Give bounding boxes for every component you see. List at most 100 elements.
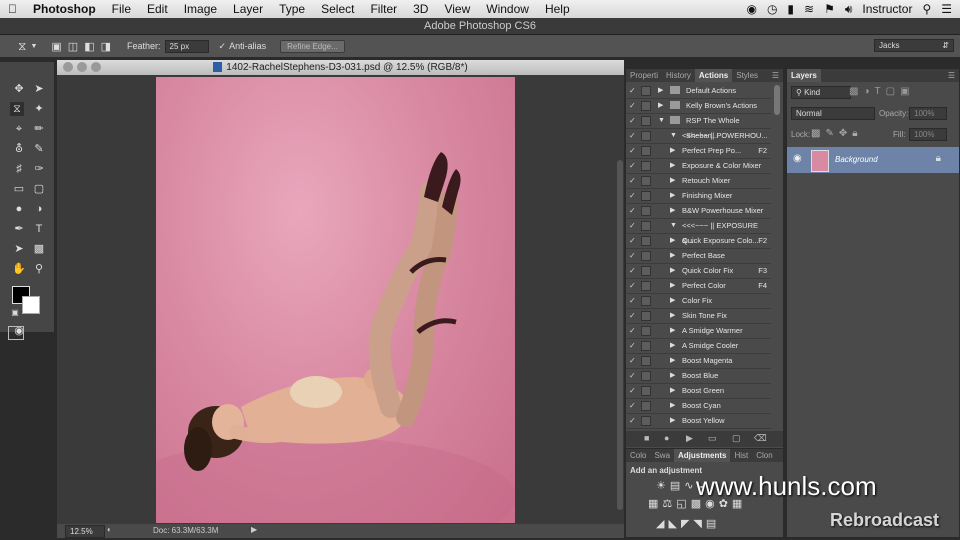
disclosure-open-icon[interactable]: ▼ (670, 128, 677, 143)
action-toggle-check-icon[interactable]: ✓ (629, 98, 636, 113)
action-row[interactable]: ✓ ▶ Color Fix (626, 293, 771, 309)
action-row[interactable]: ✓ ▶ Perfect Prep Po... F2 (626, 143, 771, 159)
hand-tool-icon[interactable]: ✋ (12, 262, 26, 276)
action-dialog-toggle[interactable] (641, 161, 651, 171)
record-icon[interactable]: ● (664, 433, 669, 443)
action-row[interactable]: ✓ ▼ <<<~~~ || EXPOSURE &... (626, 218, 771, 245)
dodge-tool-icon[interactable]: ◑ (32, 202, 46, 216)
action-dialog-toggle[interactable] (641, 146, 651, 156)
disclosure-closed-icon[interactable]: ▶ (670, 293, 675, 308)
action-toggle-check-icon[interactable]: ✓ (629, 413, 636, 428)
intersect-selection-icon[interactable]: ◨ (101, 40, 111, 53)
action-dialog-toggle[interactable] (641, 236, 651, 246)
path-selection-icon[interactable]: ➤ (12, 242, 26, 256)
minimize-window-icon[interactable] (77, 62, 87, 72)
lock-pixels-icon[interactable]: ✎ (825, 128, 838, 139)
clone-stamp-icon[interactable]: ♯ (12, 162, 26, 176)
action-toggle-check-icon[interactable]: ✓ (629, 308, 636, 323)
action-toggle-check-icon[interactable]: ✓ (629, 233, 636, 248)
close-window-icon[interactable] (63, 62, 73, 72)
tab-properties[interactable]: Properti (626, 69, 662, 82)
clock-icon[interactable]: ◷ (767, 2, 777, 16)
brush-tool-icon[interactable]: ✎ (32, 142, 46, 156)
action-row[interactable]: ✓ ▶ Exposure & Color Mixer (626, 158, 771, 174)
action-row[interactable]: ✓ ▶ Boost Cyan (626, 398, 771, 414)
action-toggle-check-icon[interactable]: ✓ (629, 113, 636, 128)
action-dialog-toggle[interactable] (641, 116, 651, 126)
layer-row-background[interactable]: ◉ Background 🔒︎ (787, 147, 959, 173)
menu-layer[interactable]: Layer (225, 2, 271, 16)
disclosure-closed-icon[interactable]: ▶ (670, 263, 675, 278)
eraser-tool-icon[interactable]: ▭ (12, 182, 26, 196)
filter-shape-icon[interactable]: ▢ (886, 86, 900, 97)
history-brush-icon[interactable]: ✑ (32, 162, 46, 176)
disclosure-closed-icon[interactable]: ▶ (670, 353, 675, 368)
action-dialog-toggle[interactable] (641, 341, 651, 351)
antialias-checkbox[interactable]: ✓ (219, 41, 227, 52)
status-menu-arrow-icon[interactable]: ▶ (251, 525, 257, 534)
disclosure-open-icon[interactable]: ▼ (658, 113, 665, 128)
action-row[interactable]: ✓ ▶ A Smidge Warmer (626, 323, 771, 339)
action-toggle-check-icon[interactable]: ✓ (629, 218, 636, 233)
action-row[interactable]: ✓ ▶ Skin Tone Fix (626, 308, 771, 324)
action-row[interactable]: ✓ ▶ B&W Powerhouse Mixer (626, 203, 771, 219)
menu-file[interactable]: File (104, 2, 139, 16)
new-action-icon[interactable]: ▢ (732, 433, 741, 444)
tab-color[interactable]: Colo (626, 449, 650, 462)
blur-tool-icon[interactable]: ● (12, 202, 26, 216)
eyedropper-tool-icon[interactable]: ✏ (32, 122, 46, 136)
action-row[interactable]: ✓ ▶ Quick Color Fix F3 (626, 263, 771, 279)
action-row[interactable]: ✓ ▼ <<<~~~ || POWERHOU... (626, 128, 771, 144)
tab-clone-source[interactable]: Clon (752, 449, 776, 462)
action-dialog-toggle[interactable] (641, 176, 651, 186)
opacity-input[interactable]: 100% (909, 107, 947, 120)
tab-history[interactable]: History (662, 69, 695, 82)
stop-playing-icon[interactable]: ■ (644, 433, 649, 443)
action-row[interactable]: ✓ ▶ A Smidge Cooler (626, 338, 771, 354)
feather-input[interactable]: 25 px (164, 39, 209, 53)
action-toggle-check-icon[interactable]: ✓ (629, 248, 636, 263)
healing-brush-icon[interactable]: ⛢ (12, 142, 26, 156)
disclosure-closed-icon[interactable]: ▶ (670, 323, 675, 338)
threshold-icon[interactable]: ◤ (681, 518, 693, 530)
blend-mode-select[interactable]: Normal (791, 107, 875, 120)
action-row[interactable]: ✓ ▶ Boost Green (626, 383, 771, 399)
move-tool-icon[interactable]: ✥ (12, 82, 26, 96)
spotlight-search-icon[interactable]: ⚲ (922, 2, 931, 16)
action-toggle-check-icon[interactable]: ✓ (629, 353, 636, 368)
filter-adjustment-icon[interactable]: ◑ (863, 86, 874, 97)
apple-icon[interactable]:  (0, 2, 25, 16)
action-row[interactable]: ✓ ▶ Default Actions (626, 83, 771, 99)
action-dialog-toggle[interactable] (641, 386, 651, 396)
add-selection-icon[interactable]: ◫ (68, 40, 78, 53)
hue-saturation-icon[interactable]: ⚖ (662, 498, 676, 510)
action-dialog-toggle[interactable] (641, 326, 651, 336)
lock-transparent-icon[interactable]: ▩ (811, 128, 825, 139)
zoom-tool-icon[interactable]: ⚲ (32, 262, 46, 276)
levels-icon[interactable]: ▤ (670, 480, 684, 492)
tab-layers[interactable]: Layers (787, 69, 821, 82)
disclosure-closed-icon[interactable]: ▶ (670, 143, 675, 158)
flag-icon[interactable]: ⚑ (824, 2, 835, 16)
brightness-icon[interactable]: ☀ (656, 480, 670, 492)
action-dialog-toggle[interactable] (641, 296, 651, 306)
disclosure-closed-icon[interactable]: ▶ (670, 248, 675, 263)
action-dialog-toggle[interactable] (641, 251, 651, 261)
filter-smart-icon[interactable]: ▣ (900, 86, 914, 97)
status-icon[interactable]: ◐ (107, 525, 112, 534)
action-toggle-check-icon[interactable]: ✓ (629, 293, 636, 308)
action-row[interactable]: ✓ ▶ Quick Exposure Colo... F2 (626, 233, 771, 249)
action-row[interactable]: ✓ ▶ Boost Yellow (626, 413, 771, 429)
action-toggle-check-icon[interactable]: ✓ (629, 278, 636, 293)
disclosure-closed-icon[interactable]: ▶ (670, 158, 675, 173)
action-dialog-toggle[interactable] (641, 281, 651, 291)
tab-adjustments[interactable]: Adjustments (674, 449, 731, 462)
action-toggle-check-icon[interactable]: ✓ (629, 173, 636, 188)
menu-edit[interactable]: Edit (139, 2, 176, 16)
filter-pixel-icon[interactable]: ▩ (849, 86, 863, 97)
type-tool-icon[interactable]: T (32, 222, 46, 236)
disclosure-closed-icon[interactable]: ▶ (670, 308, 675, 323)
color-balance-icon[interactable]: ◱ (676, 498, 690, 510)
lasso-preset-icon[interactable]: ⧖ (18, 39, 26, 54)
gradient-tool-icon[interactable]: ▢ (32, 182, 46, 196)
